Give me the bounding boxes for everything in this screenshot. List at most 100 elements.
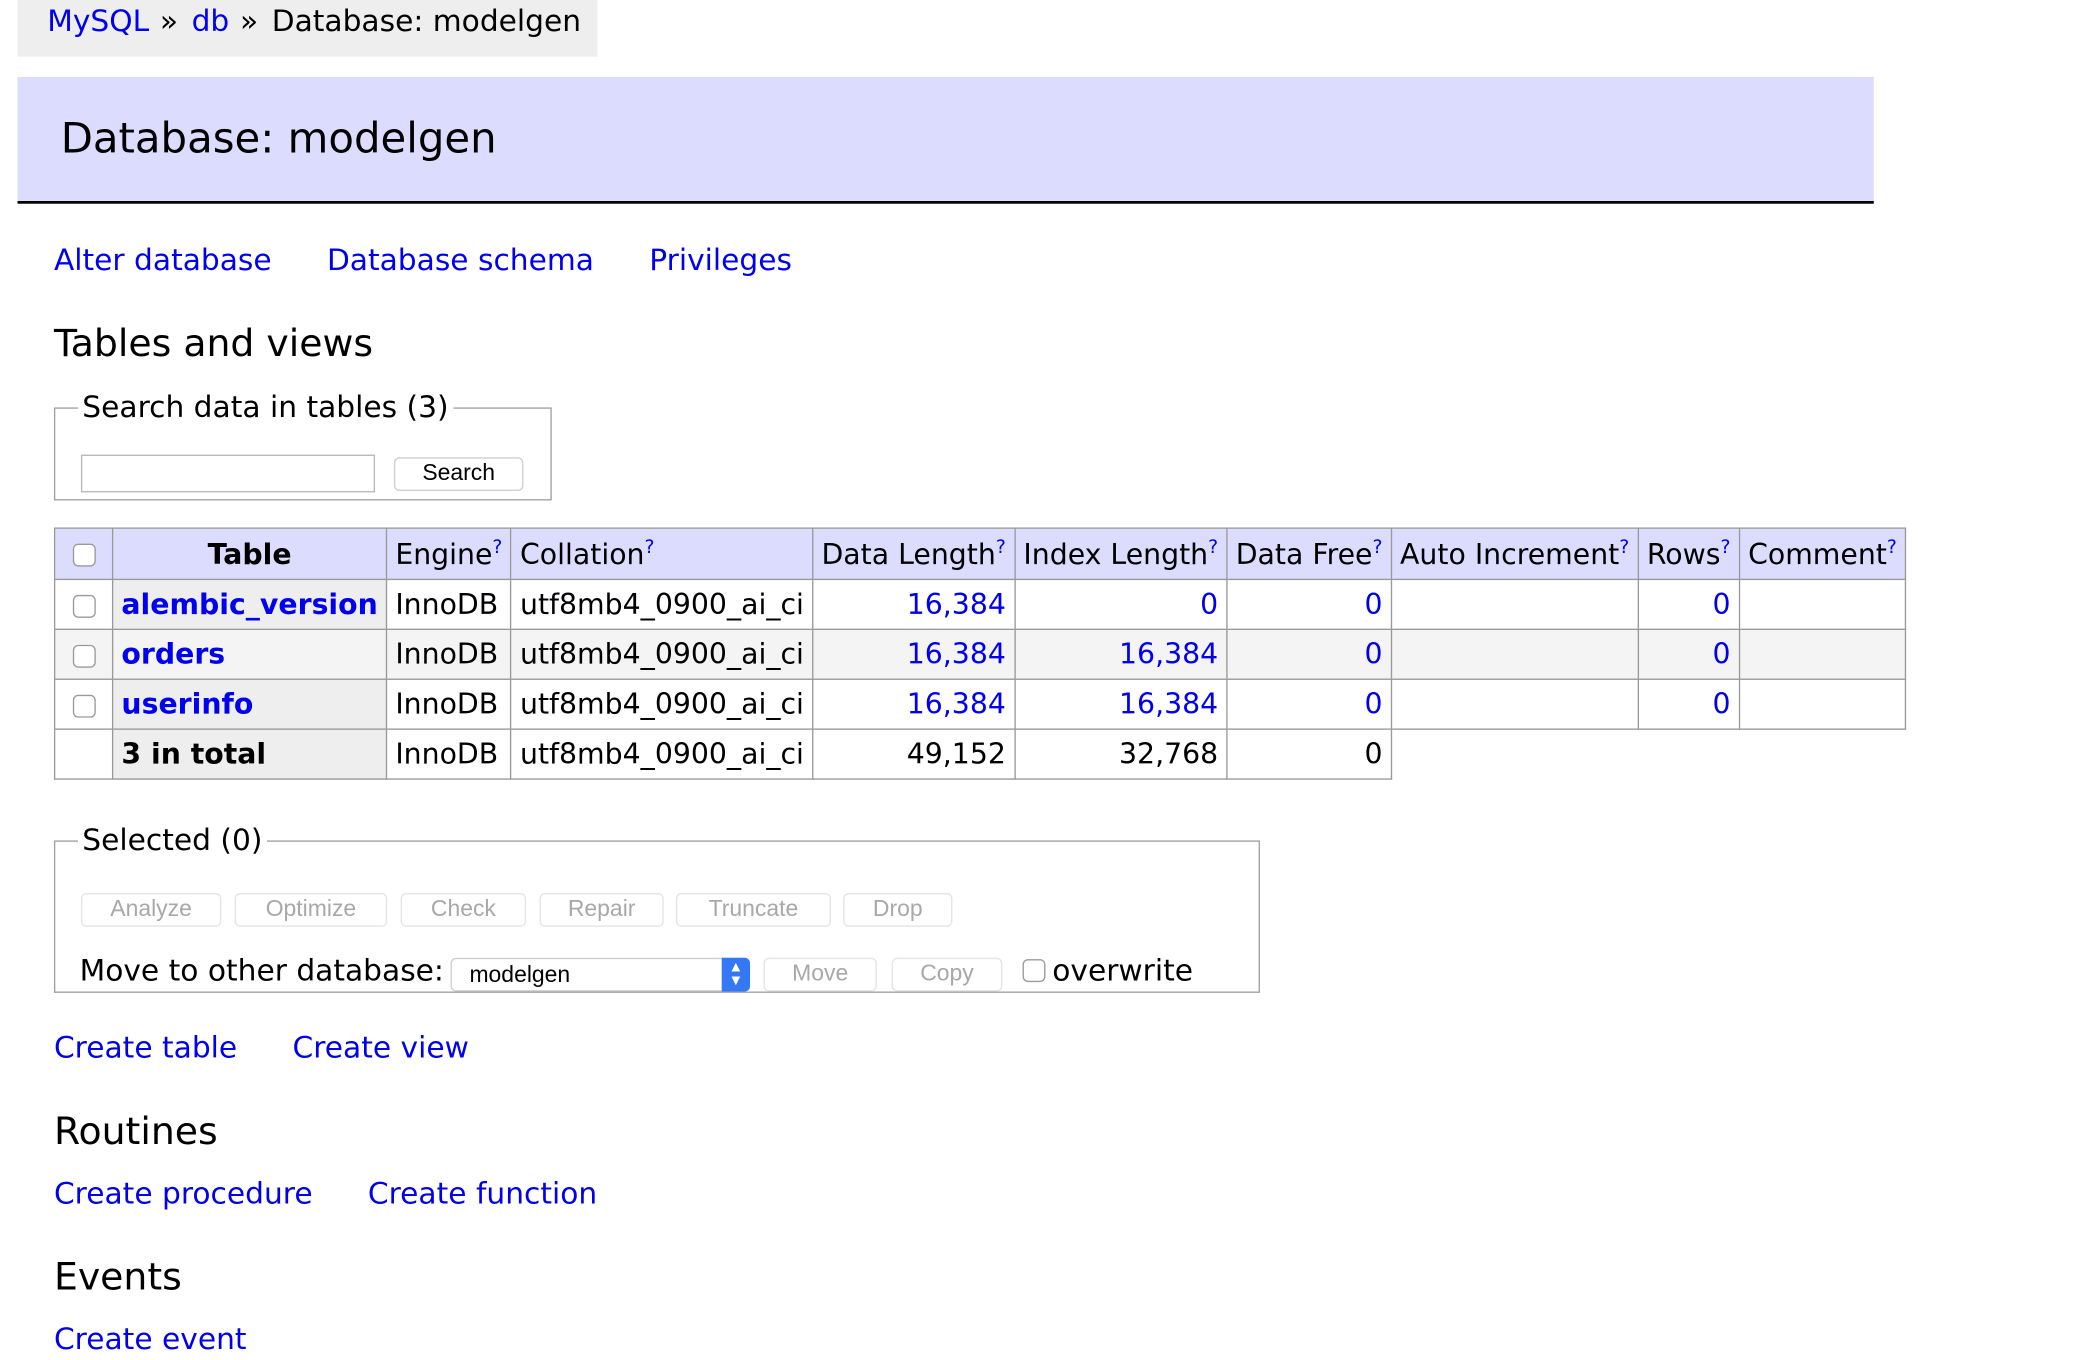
breadcrumb-current: Database: modelgen [271,5,582,40]
search-legend: Search data in tables (3) [82,391,449,425]
move-label: Move to other database: [79,955,444,989]
col-index-length: Index Length? [1013,527,1228,581]
table-name-link[interactable]: alembic_version [121,588,377,620]
alter-database-link[interactable]: Alter database [54,244,272,278]
overwrite-checkbox[interactable] [1022,958,1046,982]
col-rows: Rows? [1637,527,1740,581]
database-schema-link[interactable]: Database schema [327,244,594,278]
table-name-cell: orders [111,628,388,680]
truncate-button[interactable]: Truncate [675,893,831,927]
comment-cell [1738,628,1907,680]
rows-link[interactable]: 0 [1713,638,1731,670]
total-empty [1739,729,1905,779]
data-free-help-link[interactable]: ? [1372,537,1382,559]
breadcrumb: MySQL » db » Database: modelgen [17,0,598,57]
col-data-length: Data Length? [812,527,1016,581]
table-row: orders InnoDB utf8mb4_0900_ai_ci 16,384 … [53,628,1907,680]
drop-button[interactable]: Drop [843,893,953,927]
routines-links: Create procedure Create function [54,1178,643,1212]
col-engine: Engine? [385,527,512,581]
table-name-link[interactable]: orders [121,638,225,670]
rows-link[interactable]: 0 [1713,688,1731,720]
check-button[interactable]: Check [400,893,527,927]
data-length-link[interactable]: 16,384 [907,588,1006,620]
search-fieldset: Search data in tables (3) Search [53,391,552,501]
database-select[interactable]: modelgen ▲ ▼ [450,957,751,992]
data-free-link[interactable]: 0 [1364,638,1382,670]
create-view-link[interactable]: Create view [293,1032,469,1066]
data-free-cell: 0 [1226,678,1392,730]
page: MySQL » db » Database: modelgen Database: mo… [0,0,2084,1360]
engine-help-link[interactable]: ? [492,537,502,559]
collation-help-link[interactable]: ? [644,537,654,559]
index-length-help-link[interactable]: ? [1208,537,1218,559]
total-data-free: 0 [1226,728,1392,780]
database-select-value: modelgen [469,961,571,988]
breadcrumb-db-link[interactable]: db [192,5,230,39]
create-procedure-link[interactable]: Create procedure [54,1178,313,1212]
total-blank-cell [53,728,114,780]
breadcrumb-separator: » [240,5,259,40]
data-free-link[interactable]: 0 [1364,588,1382,620]
selected-fieldset: Selected (0) Analyze Optimize Check Repa… [53,824,1260,993]
row-checkbox[interactable] [72,594,96,618]
col-collation: Collation? [510,527,814,581]
create-links: Create table Create view [54,1032,515,1066]
select-all-checkbox[interactable] [72,543,96,567]
analyze-button[interactable]: Analyze [80,893,222,927]
row-checkbox[interactable] [72,694,96,717]
col-rows-label: Rows [1646,538,1721,571]
rows-link[interactable]: 0 [1713,588,1731,620]
create-event-link[interactable]: Create event [54,1323,247,1357]
auto-increment-cell [1390,678,1639,730]
table-name-cell: alembic_version [111,578,388,630]
engine-cell: InnoDB [385,678,512,730]
page-header: Database: modelgen [17,76,1874,204]
data-free-cell: 0 [1226,628,1392,680]
privileges-link[interactable]: Privileges [649,244,792,278]
comment-help-link[interactable]: ? [1887,537,1897,559]
index-length-cell: 16,384 [1013,628,1228,680]
table-row: userinfo InnoDB utf8mb4_0900_ai_ci 16,38… [53,678,1907,730]
data-free-cell: 0 [1226,578,1392,630]
col-comment: Comment? [1738,527,1907,581]
total-empty [1638,729,1739,779]
row-select-cell [53,578,114,630]
data-free-link[interactable]: 0 [1364,688,1382,720]
data-length-link[interactable]: 16,384 [907,688,1006,720]
table-header-row: Table Engine? Collation? Data Length? In… [53,527,1907,581]
auto-increment-help-link[interactable]: ? [1619,537,1629,559]
data-length-help-link[interactable]: ? [996,537,1006,559]
create-function-link[interactable]: Create function [368,1178,597,1212]
table-name-link[interactable]: userinfo [121,688,253,720]
data-length-link[interactable]: 16,384 [907,638,1006,670]
index-length-link[interactable]: 0 [1200,588,1218,620]
copy-button[interactable]: Copy [891,957,1003,992]
database-actions: Alter database Database schema Privilege… [54,244,838,278]
index-length-cell: 16,384 [1013,678,1228,730]
engine-cell: InnoDB [385,578,512,630]
repair-button[interactable]: Repair [539,893,664,927]
col-collation-label: Collation [519,538,645,571]
rows-help-link[interactable]: ? [1721,537,1731,559]
create-table-link[interactable]: Create table [54,1032,237,1066]
events-links: Create event [54,1323,292,1357]
search-button[interactable]: Search [393,457,524,492]
total-engine: InnoDB [385,728,512,780]
events-heading: Events [53,1254,182,1300]
optimize-button[interactable]: Optimize [234,893,388,927]
index-length-link[interactable]: 16,384 [1119,638,1218,670]
engine-cell: InnoDB [385,628,512,680]
tables-heading: Tables and views [53,321,374,366]
index-length-cell: 0 [1013,578,1228,630]
index-length-link[interactable]: 16,384 [1119,688,1218,720]
col-data-free-label: Data Free [1235,538,1373,571]
row-checkbox[interactable] [72,644,96,668]
selected-legend: Selected (0) [82,824,263,858]
collation-cell: utf8mb4_0900_ai_ci [510,678,814,730]
search-input[interactable] [80,454,376,493]
overwrite-label: overwrite [1052,955,1194,989]
move-button[interactable]: Move [763,957,877,992]
breadcrumb-mysql-link[interactable]: MySQL [47,5,149,39]
row-select-cell [53,628,114,680]
